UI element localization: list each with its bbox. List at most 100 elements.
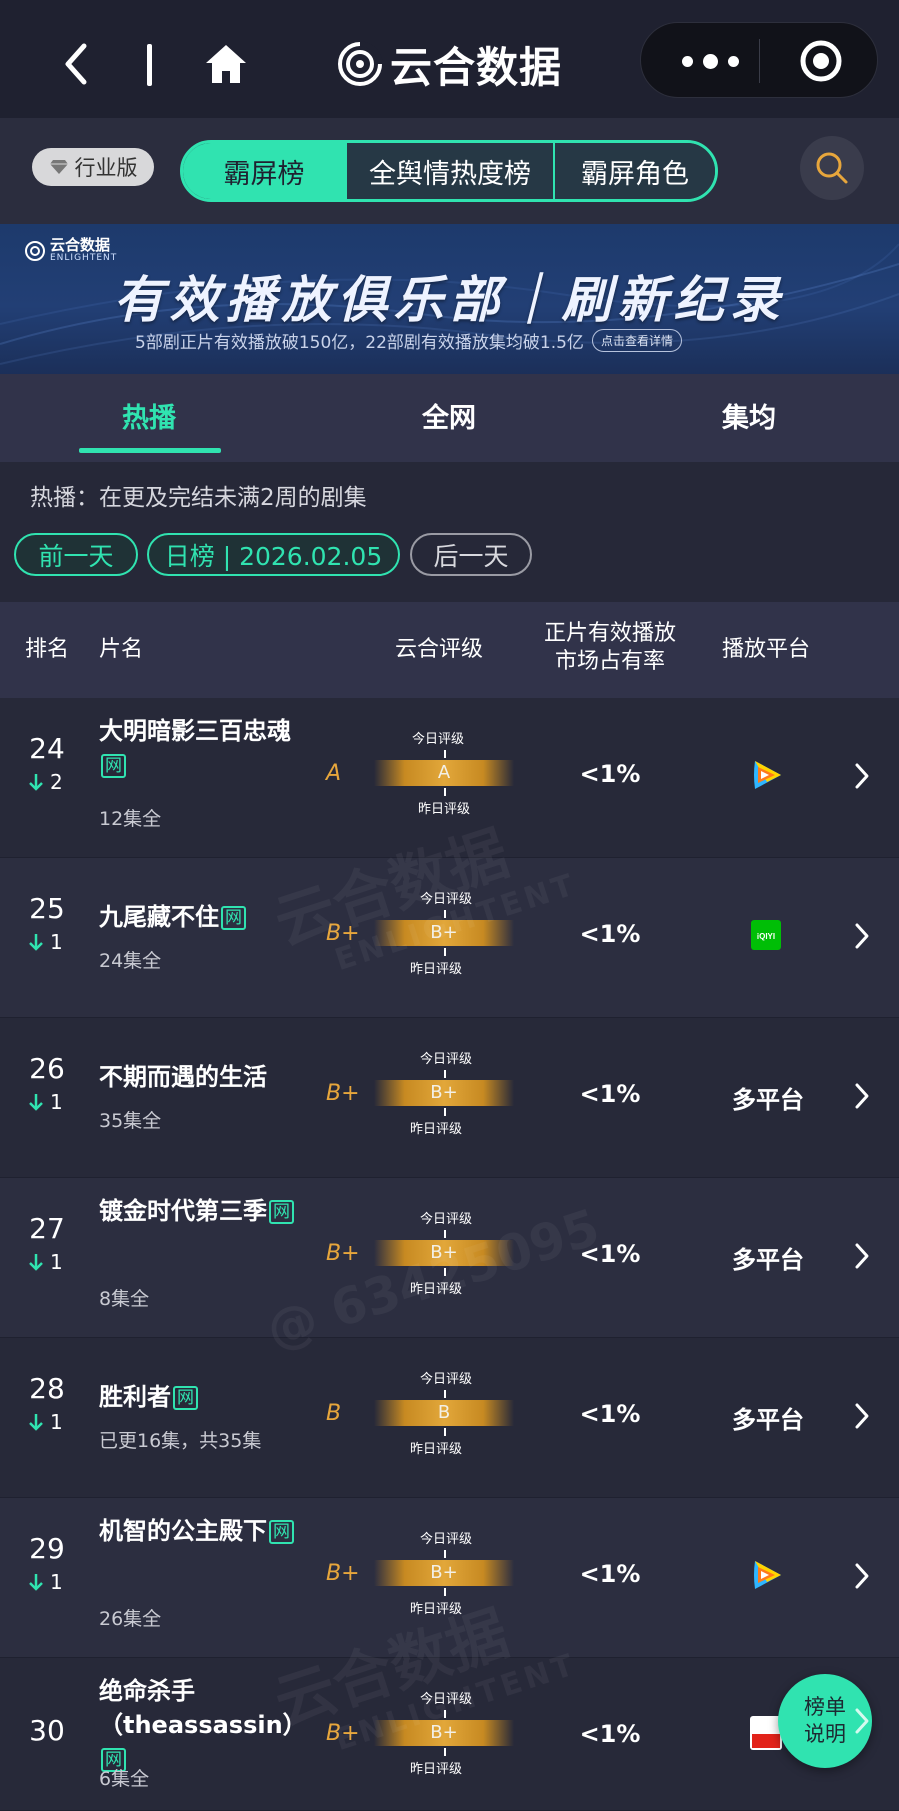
rank-number: 27 xyxy=(29,1212,65,1245)
edition-badge[interactable]: 行业版 xyxy=(32,148,154,186)
tab-per-episode[interactable]: 集均 xyxy=(722,396,776,435)
web-series-tag: 网 xyxy=(269,1520,294,1544)
diamond-icon xyxy=(49,160,68,174)
table-row[interactable]: 25 1 九尾藏不住网 24集全 B+ 今日评级 B+ 昨日评级 <1% iQIYI xyxy=(0,858,899,1018)
rank-change: 1 xyxy=(28,930,63,954)
platform-text: 多平台 xyxy=(732,1086,804,1114)
chevron-right-icon[interactable] xyxy=(852,761,872,791)
web-series-tag: 网 xyxy=(269,1200,294,1224)
arrow-down-icon xyxy=(29,1414,43,1431)
show-title[interactable]: 大明暗影三百忠魂网 xyxy=(99,714,299,782)
rank-change: 2 xyxy=(28,770,63,794)
tab-public-opinion[interactable]: 全舆情热度榜 xyxy=(345,143,553,199)
tab-bapingbang[interactable]: 霸屏榜 xyxy=(183,143,345,199)
grade-bar-value: B+ xyxy=(430,1082,458,1103)
market-share: <1% xyxy=(579,1720,641,1748)
rank-number: 24 xyxy=(29,732,65,765)
episode-status: 6集全 xyxy=(99,1768,150,1790)
prev-day-button[interactable]: 前一天 xyxy=(14,533,138,576)
banner-title: 有效播放俱乐部｜刷新纪录 xyxy=(113,271,786,329)
chevron-right-icon xyxy=(855,1708,869,1734)
market-share: <1% xyxy=(579,1560,641,1588)
close-mini-program-icon[interactable] xyxy=(797,37,845,85)
rank-change: 1 xyxy=(28,1570,63,1594)
tab-hot[interactable]: 热播 xyxy=(122,396,176,435)
ranking-segment: 霸屏榜 全舆情热度榜 霸屏角色 xyxy=(180,140,718,202)
home-icon[interactable] xyxy=(203,42,249,86)
active-tab-indicator xyxy=(79,448,221,453)
banner-subtitle: 5部剧正片有效播放破150亿，22部剧有效播放集均破1.5亿 点击查看详情 xyxy=(135,328,682,353)
table-row[interactable]: 28 1 胜利者网已更16集，共35集 B 今日评级 B 昨日评级 <1% 多平台 xyxy=(0,1338,899,1498)
grade-bar-value: A xyxy=(437,762,451,783)
search-button[interactable] xyxy=(800,136,864,200)
grade-bar-value: B+ xyxy=(430,922,458,943)
arrow-down-icon xyxy=(29,774,43,791)
brand-name: 云合数据 xyxy=(390,42,563,92)
grade-label: B+ xyxy=(326,1081,360,1106)
table-row[interactable]: 26 1 不期而遇的生活 35集全 B+ 今日评级 B+ 昨日评级 <1% 多平台 xyxy=(0,1018,899,1178)
rank-number: 29 xyxy=(29,1532,65,1565)
yunhe-logo-icon xyxy=(25,240,45,261)
platform-text: 多平台 xyxy=(732,1406,804,1434)
mini-program-capsule xyxy=(640,22,878,98)
tencent-video-icon xyxy=(754,761,781,789)
market-share: <1% xyxy=(579,1240,641,1268)
show-title[interactable]: 九尾藏不住网 xyxy=(99,900,299,934)
app-title: 云合数据 xyxy=(336,36,562,92)
table-row[interactable]: 30 绝命杀手（theassassin）网 6集全 B+ 今日评级 B+ 昨日评级 <1% xyxy=(0,1658,899,1811)
grade-bar-value: B xyxy=(437,1402,451,1423)
next-day-button[interactable]: 后一天 xyxy=(410,533,532,576)
show-title[interactable]: 胜利者网 xyxy=(99,1380,299,1414)
chevron-right-icon[interactable] xyxy=(852,1401,872,1431)
banner-detail-link[interactable]: 点击查看详情 xyxy=(591,329,682,352)
chevron-right-icon[interactable] xyxy=(852,1081,872,1111)
chevron-right-icon[interactable] xyxy=(852,1241,872,1271)
yesterday-grade-label: 昨日评级 xyxy=(410,962,463,977)
table-row[interactable]: 29 1 机智的公主殿下网 26集全 B+ 今日评级 B+ 昨日评级 <1% xyxy=(0,1498,899,1658)
tab-all-network[interactable]: 全网 xyxy=(422,396,476,435)
chevron-right-icon[interactable] xyxy=(852,1561,872,1591)
col-title: 片名 xyxy=(99,637,144,662)
iqiyi-icon: iQIYI xyxy=(751,920,781,950)
show-title[interactable]: 镀金时代第三季网 xyxy=(99,1194,299,1228)
today-grade-label: 今日评级 xyxy=(420,892,473,907)
today-grade-label: 今日评级 xyxy=(420,1212,473,1227)
grade-label: A xyxy=(326,761,342,786)
top-bar: 云合数据 xyxy=(0,0,899,118)
web-series-tag: 网 xyxy=(101,754,126,778)
grade-label: B+ xyxy=(326,1241,360,1266)
episode-status: 26集全 xyxy=(99,1608,162,1630)
episode-status: 8集全 xyxy=(99,1288,150,1310)
tab-role[interactable]: 霸屏角色 xyxy=(553,143,715,199)
episode-status: 24集全 xyxy=(99,950,162,972)
divider xyxy=(147,44,152,86)
col-rank: 排名 xyxy=(25,637,70,662)
grade-label: B+ xyxy=(326,1561,360,1586)
col-grade: 云合评级 xyxy=(395,637,484,662)
col-platform: 播放平台 xyxy=(722,637,811,662)
rank-number: 25 xyxy=(29,892,65,925)
col-share: 正片有效播放 市场占有率 xyxy=(543,621,676,674)
promo-banner[interactable]: 云合数据 ENLIGHTENT 有效播放俱乐部｜刷新纪录 5部剧正片有效播放破15… xyxy=(0,224,899,374)
market-share: <1% xyxy=(579,1080,641,1108)
show-title[interactable]: 不期而遇的生活 xyxy=(99,1060,299,1094)
back-arrow-icon[interactable] xyxy=(58,42,98,86)
yesterday-grade-label: 昨日评级 xyxy=(410,1282,463,1297)
market-share: <1% xyxy=(579,760,641,788)
today-grade-label: 今日评级 xyxy=(420,1372,473,1387)
market-share: <1% xyxy=(579,920,641,948)
chevron-right-icon[interactable] xyxy=(852,921,872,951)
yesterday-grade-label: 昨日评级 xyxy=(410,1602,463,1617)
more-icon[interactable] xyxy=(675,49,745,73)
show-title[interactable]: 机智的公主殿下网 xyxy=(99,1514,299,1548)
today-grade-label: 今日评级 xyxy=(420,1692,473,1707)
today-grade-label: 今日评级 xyxy=(412,732,465,747)
show-title[interactable]: 绝命杀手（theassassin）网 xyxy=(99,1674,307,1776)
grade-bar-value: B+ xyxy=(430,1722,458,1743)
date-selector[interactable]: 日榜 | 2026.02.05 xyxy=(147,533,400,576)
rank-change: 1 xyxy=(28,1250,63,1274)
table-row[interactable]: 27 1 镀金时代第三季网 8集全 B+ 今日评级 B+ 昨日评级 <1% 多平台 xyxy=(0,1178,899,1338)
yesterday-grade-label: 昨日评级 xyxy=(410,1122,463,1137)
table-row[interactable]: 24 2 大明暗影三百忠魂网 12集全 A 今日评级 A 昨日评级 <1% xyxy=(0,698,899,858)
arrow-down-icon xyxy=(29,934,43,951)
